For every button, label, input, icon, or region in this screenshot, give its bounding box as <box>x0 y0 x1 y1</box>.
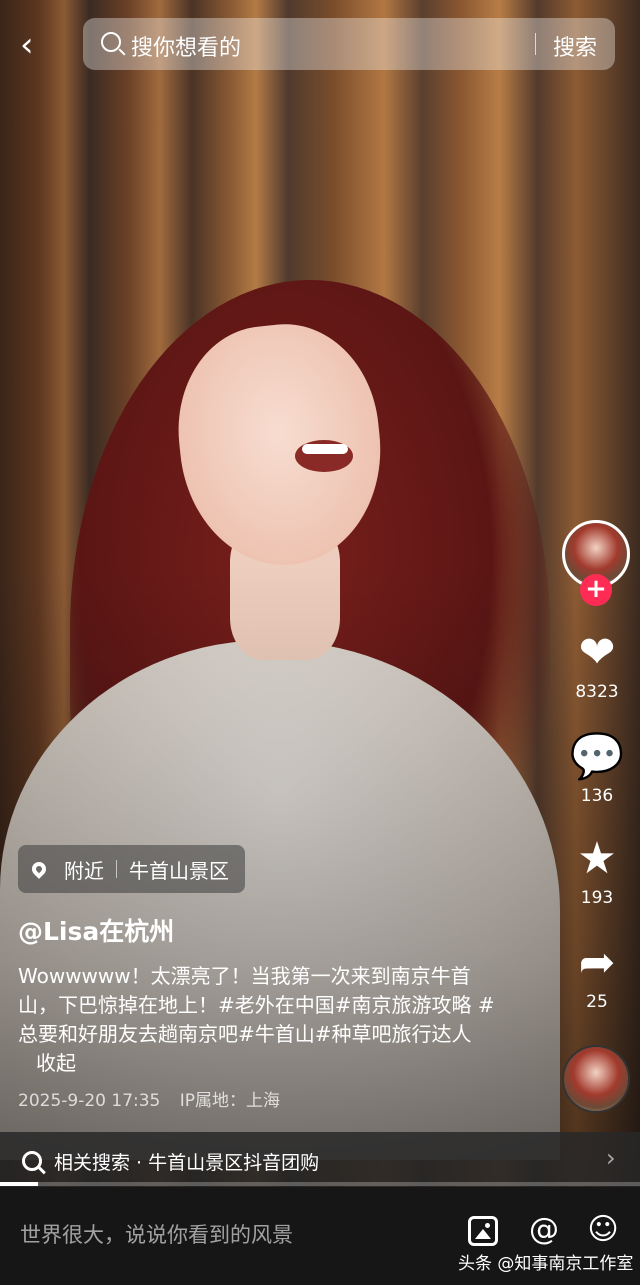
related-search-bar[interactable]: 相关搜索 · 牛首山景区抖音团购 › <box>0 1132 640 1187</box>
share-button[interactable]: ➦ 25 <box>560 937 634 1013</box>
caption-text: Wowwwww！太漂亮了！当我第一次来到南京牛首山，下巴惊掉在地上！#老外在中国… <box>18 964 495 1046</box>
search-button[interactable]: 搜索 <box>553 30 597 62</box>
at-icon[interactable]: @ <box>527 1213 561 1247</box>
chevron-right-icon: › <box>606 1144 616 1172</box>
search-divider <box>535 33 536 55</box>
comment-input[interactable]: 世界很大，说说你看到的风景 <box>20 1219 293 1249</box>
watermark: 头条 @知事南京工作室 <box>458 1254 634 1274</box>
share-count: 25 <box>586 992 608 1012</box>
comment-count: 136 <box>580 786 614 806</box>
top-bar: ‹ 搜你想看的 搜索 <box>0 18 640 72</box>
creator-handle[interactable]: @Lisa在杭州 <box>18 912 174 948</box>
location-nearby: 附近 <box>64 858 104 883</box>
comment-icon: 💬 <box>569 731 625 782</box>
music-disc[interactable] <box>562 1045 630 1113</box>
favorite-button[interactable]: ★ 193 <box>560 833 634 909</box>
collapse-link[interactable]: 收起 <box>36 1051 76 1075</box>
star-icon: ★ <box>577 833 617 884</box>
location-divider <box>116 860 117 878</box>
post-datetime: 2025-9-20 17:35 <box>18 1091 161 1111</box>
image-icon[interactable] <box>468 1216 498 1246</box>
video-caption: Wowwwww！太漂亮了！当我第一次来到南京牛首山，下巴惊掉在地上！#老外在中国… <box>18 962 498 1078</box>
location-chip[interactable]: 附近 牛首山景区 <box>18 845 245 893</box>
video-progress-bar[interactable] <box>0 1182 640 1186</box>
location-pin-icon <box>29 859 49 879</box>
location-name: 牛首山景区 <box>129 858 229 883</box>
like-count: 8323 <box>575 682 619 702</box>
search-input[interactable]: 搜你想看的 <box>131 30 241 62</box>
share-icon: ➦ <box>578 937 616 988</box>
video-subject-teeth <box>302 444 348 454</box>
like-button[interactable]: ❤ 8323 <box>560 627 634 703</box>
emoji-icon[interactable]: ☺ <box>586 1213 620 1247</box>
post-meta: 2025-9-20 17:35 IP属地：上海 <box>18 1086 294 1111</box>
search-icon <box>22 1151 42 1171</box>
back-icon[interactable]: ‹ <box>20 28 50 62</box>
search-icon <box>101 32 121 52</box>
ip-location: IP属地：上海 <box>179 1091 281 1111</box>
search-box[interactable]: 搜你想看的 搜索 <box>83 18 615 70</box>
comment-button[interactable]: 💬 136 <box>560 731 634 807</box>
related-search-label: 相关搜索 · 牛首山景区抖音团购 <box>54 1152 320 1174</box>
bottom-bar: 世界很大，说说你看到的风景 @ ☺ 头条 @知事南京工作室 <box>0 1187 640 1285</box>
plus-icon[interactable]: + <box>580 574 612 606</box>
video-progress-fill <box>0 1182 39 1186</box>
heart-icon: ❤ <box>578 627 616 678</box>
favorite-count: 193 <box>580 888 614 908</box>
